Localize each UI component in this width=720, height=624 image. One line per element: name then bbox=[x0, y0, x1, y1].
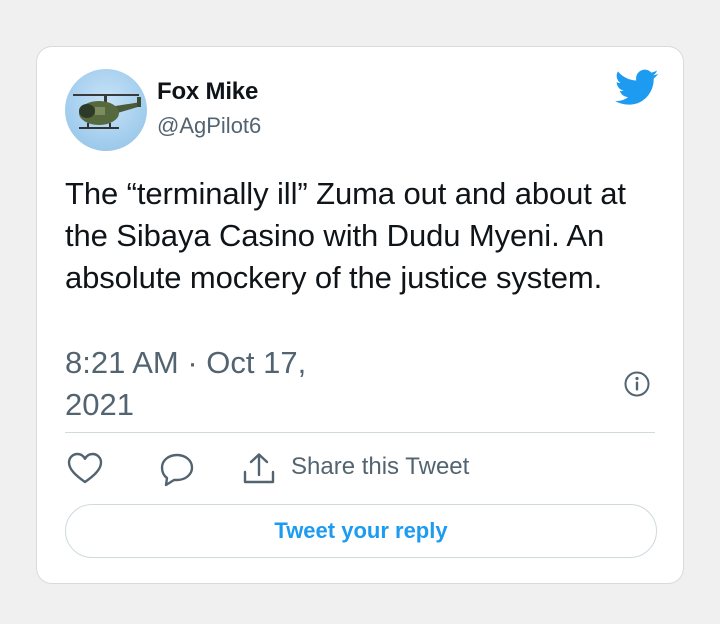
avatar[interactable] bbox=[65, 69, 147, 151]
heart-icon bbox=[67, 452, 103, 484]
share-button[interactable] bbox=[239, 451, 279, 487]
display-name[interactable]: Fox Mike bbox=[157, 78, 258, 106]
timestamp-time: 8:21 AM · Oct 17, bbox=[65, 345, 307, 380]
info-icon[interactable] bbox=[623, 370, 651, 398]
timestamp-year: 2021 bbox=[65, 387, 134, 422]
user-handle[interactable]: @AgPilot6 bbox=[157, 113, 261, 139]
helicopter-avatar-image bbox=[73, 94, 141, 129]
share-label[interactable]: Share this Tweet bbox=[291, 453, 469, 481]
tweet-reply-button[interactable]: Tweet your reply bbox=[65, 504, 657, 558]
tweet-card: Fox Mike @AgPilot6 The “terminally ill” … bbox=[36, 46, 684, 584]
tweet-text: The “terminally ill” Zuma out and about … bbox=[65, 176, 626, 295]
tweet-timestamp[interactable]: 8:21 AM · Oct 17, 2021 bbox=[65, 342, 365, 426]
twitter-bird-icon[interactable] bbox=[615, 69, 659, 107]
reply-icon-button[interactable] bbox=[157, 451, 197, 487]
divider bbox=[65, 432, 655, 433]
like-button[interactable] bbox=[65, 451, 105, 487]
speech-bubble-icon bbox=[160, 453, 194, 487]
share-upload-icon bbox=[243, 453, 275, 484]
